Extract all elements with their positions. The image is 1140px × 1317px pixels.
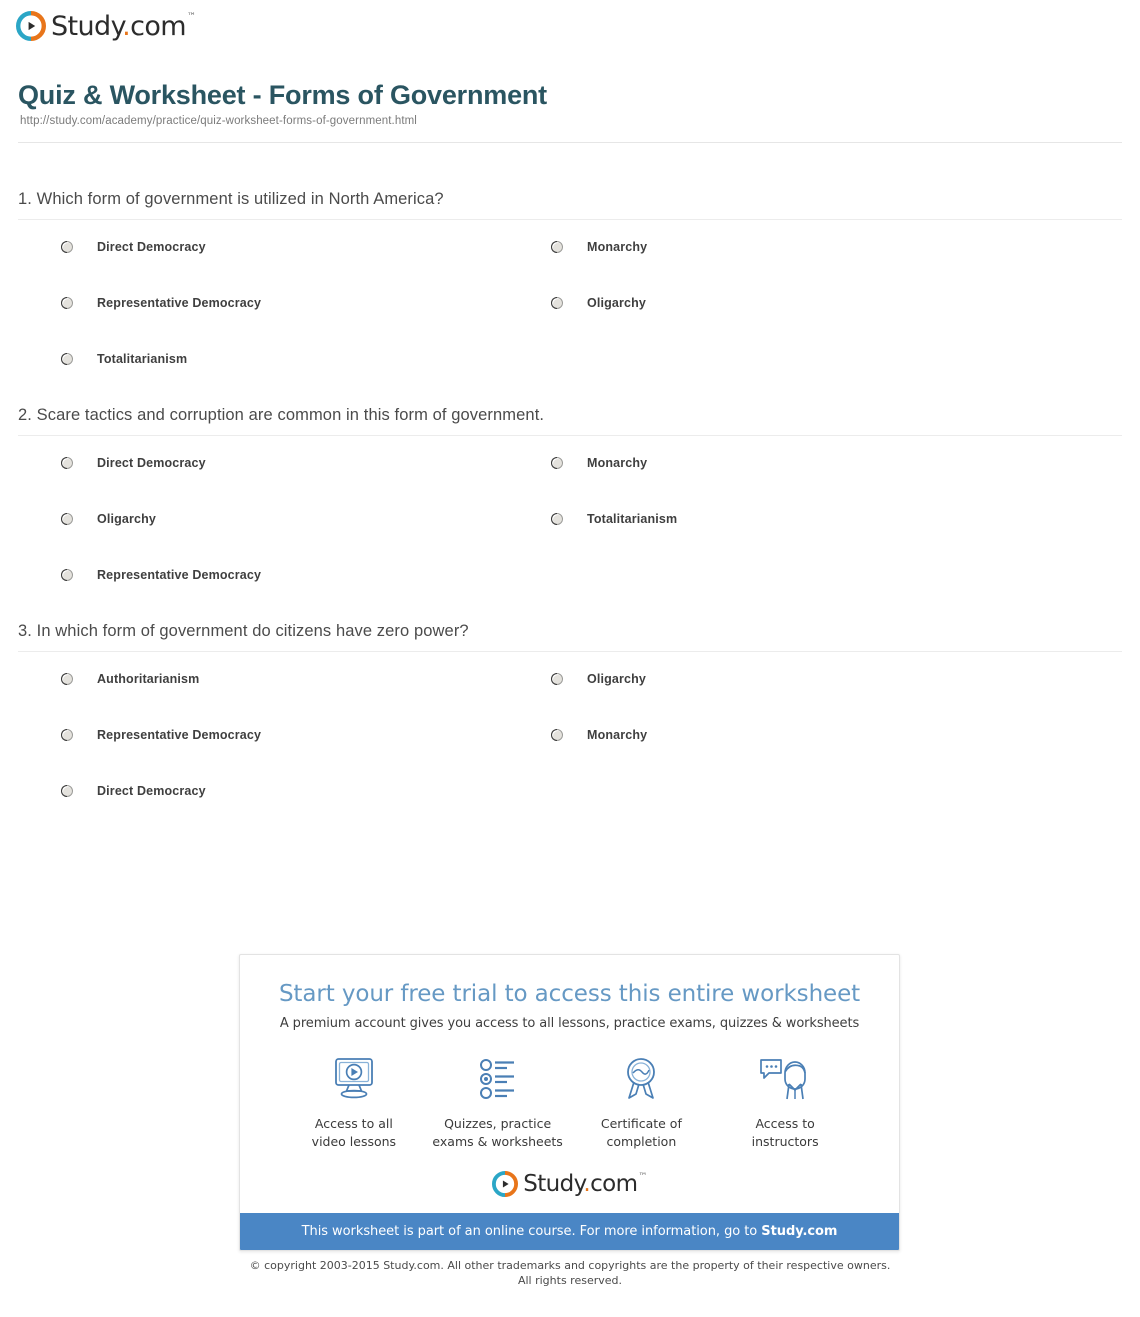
question-block: 2. Scare tactics and corruption are comm…	[0, 406, 1140, 622]
answer-options: Direct Democracy Monarchy Oligarchy Totalit…	[0, 436, 1140, 622]
answer-option-label: Representative Democracy	[97, 568, 262, 582]
radio-button-icon[interactable]	[551, 729, 563, 741]
question-text: 1. Which form of government is utilized …	[18, 190, 444, 208]
promo-subheadline: A premium account gives you access to al…	[279, 1016, 860, 1031]
radio-button-icon[interactable]	[551, 241, 563, 253]
answer-option[interactable]: Oligarchy	[551, 296, 646, 310]
radio-button-icon[interactable]	[61, 457, 73, 469]
brand-wordmark: Study.com™	[523, 1170, 647, 1197]
benefit-instructors: Access to instructors	[713, 1053, 857, 1151]
benefit-label: Certificate of completion	[600, 1116, 682, 1150]
answer-option[interactable]: Direct Democracy	[61, 784, 206, 798]
answer-option-label: Representative Democracy	[97, 296, 262, 310]
answer-option-label: Direct Democracy	[97, 784, 206, 798]
radio-button-icon[interactable]	[551, 457, 563, 469]
radio-button-icon[interactable]	[551, 297, 563, 309]
promo-footer-text: This worksheet is part of an online cour…	[301, 1224, 762, 1240]
copyright-notice: © copyright 2003-2015 Study.com. All oth…	[0, 1259, 1140, 1289]
benefit-video-lessons: Access to all video lessons	[282, 1053, 426, 1151]
radio-button-icon[interactable]	[61, 673, 73, 685]
benefit-label: Access to instructors	[751, 1116, 819, 1150]
monitor-play-icon	[282, 1053, 426, 1105]
brand-suffix: com	[130, 10, 186, 42]
benefit-label: Access to all video lessons	[311, 1116, 397, 1150]
answer-option[interactable]: Representative Democracy	[61, 568, 261, 582]
answer-option[interactable]: Representative Democracy	[61, 728, 261, 742]
question-block: 1. Which form of government is utilized …	[0, 190, 1140, 406]
questions-list: 1. Which form of government is utilized …	[0, 190, 1140, 838]
radio-button-icon[interactable]	[61, 297, 73, 309]
benefit-label: Quizzes, practice exams & worksheets	[432, 1116, 563, 1150]
answer-option-label: Monarchy	[587, 728, 648, 742]
promo-logo[interactable]: Study.com™	[260, 1171, 879, 1213]
answer-option[interactable]: Authoritarianism	[61, 672, 199, 686]
answer-option-label: Authoritarianism	[97, 672, 200, 686]
radio-button-icon[interactable]	[61, 353, 73, 365]
promo-footer-bar[interactable]: This worksheet is part of an online cour…	[240, 1213, 899, 1251]
copyright-line-1: © copyright 2003-2015 Study.com. All oth…	[249, 1259, 891, 1272]
brand-dot: .	[122, 10, 131, 42]
promo-footer-link[interactable]: Study.com	[761, 1224, 837, 1239]
answer-option-label: Monarchy	[587, 456, 648, 470]
answer-option[interactable]: Monarchy	[551, 728, 647, 742]
brand-name: Study	[51, 10, 123, 42]
radio-button-icon[interactable]	[551, 673, 563, 685]
promo-benefits: Access to all video lessons Quizzes, pra…	[260, 1053, 879, 1151]
answer-option[interactable]: Oligarchy	[61, 512, 156, 526]
page-title: Quiz & Worksheet - Forms of Government	[18, 80, 547, 110]
answer-option[interactable]: Direct Democracy	[61, 240, 206, 254]
play-circle-icon	[16, 11, 46, 41]
answer-option[interactable]: Totalitarianism	[61, 352, 187, 366]
radio-button-icon[interactable]	[61, 241, 73, 253]
answer-option-label: Totalitarianism	[587, 512, 678, 526]
document-header: Quiz & Worksheet - Forms of Government h…	[18, 80, 1122, 127]
quiz-list-icon	[426, 1053, 570, 1105]
radio-button-icon[interactable]	[61, 569, 73, 581]
radio-button-icon[interactable]	[551, 513, 563, 525]
answer-options: Authoritarianism Oligarchy Representative …	[0, 652, 1140, 838]
answer-option[interactable]: Oligarchy	[551, 672, 646, 686]
answer-option-label: Monarchy	[587, 240, 648, 254]
answer-option-label: Oligarchy	[97, 512, 157, 526]
answer-options: Direct Democracy Monarchy Representative D…	[0, 220, 1140, 406]
answer-option-label: Oligarchy	[587, 672, 647, 686]
answer-option[interactable]: Representative Democracy	[61, 296, 261, 310]
radio-button-icon[interactable]	[61, 513, 73, 525]
answer-option-label: Totalitarianism	[97, 352, 188, 366]
award-ribbon-icon	[570, 1053, 714, 1105]
benefit-certificate: Certificate of completion	[570, 1053, 714, 1151]
answer-option-label: Direct Democracy	[97, 456, 206, 470]
play-circle-icon	[492, 1171, 519, 1198]
question-block: 3. In which form of government do citize…	[0, 622, 1140, 838]
brand-trademark: ™	[186, 11, 196, 22]
radio-button-icon[interactable]	[61, 729, 73, 741]
worksheet-page: Study.com™ Quiz & Worksheet - Forms of G…	[0, 0, 1140, 1317]
answer-option[interactable]: Direct Democracy	[61, 456, 206, 470]
site-logo[interactable]: Study.com™	[16, 10, 196, 42]
page-url: http://study.com/academy/practice/quiz-w…	[20, 115, 417, 128]
radio-button-icon[interactable]	[61, 785, 73, 797]
answer-option-label: Direct Democracy	[97, 240, 206, 254]
promo-body: Start your free trial to access this ent…	[240, 955, 899, 1213]
answer-option[interactable]: Totalitarianism	[551, 512, 677, 526]
question-text: 2. Scare tactics and corruption are comm…	[18, 406, 545, 424]
instructor-chat-icon	[713, 1053, 857, 1105]
answer-option-label: Representative Democracy	[97, 728, 262, 742]
question-text: 3. In which form of government do citize…	[18, 622, 469, 640]
benefit-quizzes: Quizzes, practice exams & worksheets	[426, 1053, 570, 1151]
header-divider	[18, 142, 1122, 143]
answer-option[interactable]: Monarchy	[551, 456, 647, 470]
promo-headline: Start your free trial to access this ent…	[278, 981, 861, 1007]
answer-option[interactable]: Monarchy	[551, 240, 647, 254]
brand-wordmark: Study.com™	[51, 10, 196, 42]
free-trial-promo-card: Start your free trial to access this ent…	[239, 954, 900, 1252]
copyright-line-2: All rights reserved.	[517, 1273, 623, 1287]
answer-option-label: Oligarchy	[587, 296, 647, 310]
